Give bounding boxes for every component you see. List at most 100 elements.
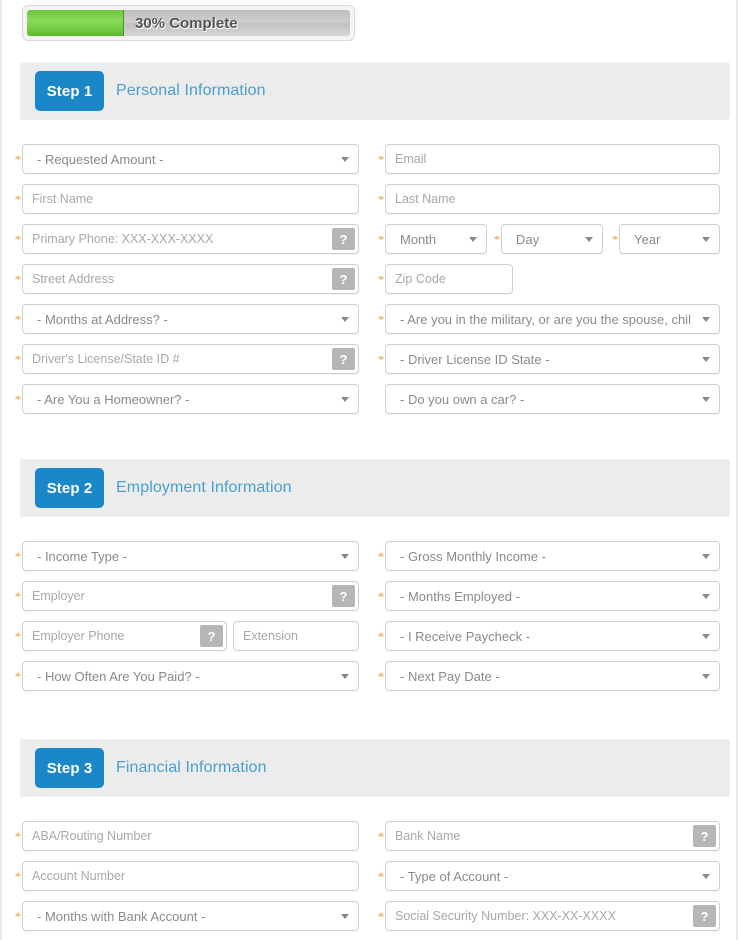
employer-value: Employer (32, 589, 85, 603)
military-status-value: - Are you in the military, or are you th… (400, 311, 691, 327)
required-marker-street-address: * (14, 271, 22, 287)
drivers-license-value: Driver's License/State ID # (32, 352, 180, 366)
select-license-state[interactable]: - Driver License ID State - (385, 344, 720, 374)
extension-value: Extension (243, 629, 298, 643)
select-military-status[interactable]: - Are you in the military, or are you th… (385, 304, 720, 334)
input-extension[interactable]: Extension (233, 621, 359, 651)
select-income-type[interactable]: - Income Type - (22, 541, 359, 571)
step-badge-2: Step 2 (35, 468, 104, 508)
required-marker-last-name: * (377, 191, 385, 207)
help-icon-bank-name[interactable]: ? (693, 825, 716, 847)
months-with-bank-value: - Months with Bank Account - (37, 908, 206, 924)
months-employed-value: - Months Employed - (400, 588, 520, 604)
paycheck-method-value: - I Receive Paycheck - (400, 628, 531, 644)
input-email[interactable]: Email (385, 144, 720, 174)
help-icon-primary-phone[interactable]: ? (332, 228, 355, 250)
required-marker-birth-day: * (493, 231, 501, 247)
required-marker-account-number: * (14, 868, 22, 884)
required-marker-next-pay-date: * (377, 668, 385, 684)
required-marker-homeowner: * (14, 391, 22, 407)
birth-year-value: Year (634, 231, 661, 247)
step-badge-3: Step 3 (35, 748, 104, 788)
select-months-with-bank[interactable]: - Months with Bank Account - (22, 901, 359, 931)
select-type-of-account[interactable]: - Type of Account - (385, 861, 720, 891)
required-marker-birth-month: * (377, 231, 385, 247)
primary-phone-value: Primary Phone: XXX-XXX-XXXX (32, 232, 214, 246)
step-header-3: Step 3 Financial Information (20, 739, 730, 797)
bank-name-value: Bank Name (395, 829, 461, 843)
employer-phone-value: Employer Phone (32, 629, 125, 643)
input-drivers-license[interactable]: Driver's License/State ID #? (22, 344, 359, 374)
select-months-employed[interactable]: - Months Employed - (385, 581, 720, 611)
required-marker-pay-frequency: * (14, 668, 22, 684)
select-homeowner[interactable]: - Are You a Homeowner? - (22, 384, 359, 414)
step-header-2: Step 2 Employment Information (20, 459, 730, 517)
required-marker-months-with-bank: * (14, 908, 22, 924)
help-icon-street-address[interactable]: ? (332, 268, 355, 290)
input-social-security-number[interactable]: Social Security Number: XXX-XX-XXXX? (385, 901, 720, 931)
license-state-value: - Driver License ID State - (400, 351, 550, 367)
input-bank-name[interactable]: Bank Name? (385, 821, 720, 851)
required-marker-military-status: * (377, 311, 385, 327)
help-icon-drivers-license[interactable]: ? (332, 348, 355, 370)
chevron-down-icon (341, 674, 349, 679)
chevron-down-icon (702, 874, 710, 879)
help-icon-social-security-number[interactable]: ? (693, 905, 716, 927)
select-pay-frequency[interactable]: - How Often Are You Paid? - (22, 661, 359, 691)
required-marker-months-employed: * (377, 588, 385, 604)
input-street-address[interactable]: Street Address? (22, 264, 359, 294)
select-requested-amount[interactable]: - Requested Amount - (22, 144, 359, 174)
required-marker-type-of-account: * (377, 868, 385, 884)
input-aba-routing-number[interactable]: ABA/Routing Number (22, 821, 359, 851)
step-badge-1: Step 1 (35, 71, 104, 111)
required-marker-gross-monthly-income: * (377, 548, 385, 564)
help-icon-employer-phone[interactable]: ? (200, 625, 223, 647)
next-pay-date-value: - Next Pay Date - (400, 668, 500, 684)
chevron-down-icon (469, 237, 477, 242)
required-marker-social-security-number: * (377, 908, 385, 924)
pay-frequency-value: - How Often Are You Paid? - (37, 668, 200, 684)
step-title-1: Personal Information (116, 82, 266, 99)
required-marker-employer: * (14, 588, 22, 604)
required-marker-months-at-address: * (14, 311, 22, 327)
input-first-name[interactable]: First Name (22, 184, 359, 214)
required-marker-email: * (377, 151, 385, 167)
select-own-a-car[interactable]: - Do you own a car? - (385, 384, 720, 414)
input-employer[interactable]: Employer? (22, 581, 359, 611)
input-zip-code[interactable]: Zip Code (385, 264, 513, 294)
chevron-down-icon (341, 397, 349, 402)
step-title-3: Financial Information (116, 759, 267, 776)
chevron-down-icon (702, 357, 710, 362)
input-last-name[interactable]: Last Name (385, 184, 720, 214)
chevron-down-icon (702, 634, 710, 639)
required-marker-zip-code: * (377, 271, 385, 287)
select-gross-monthly-income[interactable]: - Gross Monthly Income - (385, 541, 720, 571)
first-name-value: First Name (32, 192, 94, 206)
required-marker-drivers-license: * (14, 351, 22, 367)
aba-routing-number-value: ABA/Routing Number (32, 829, 152, 843)
help-icon-employer[interactable]: ? (332, 585, 355, 607)
months-at-address-value: - Months at Address? - (37, 311, 168, 327)
input-account-number[interactable]: Account Number (22, 861, 359, 891)
select-birth-month[interactable]: Month (385, 224, 487, 254)
required-marker-requested-amount: * (14, 151, 22, 167)
select-birth-year[interactable]: Year (619, 224, 720, 254)
required-marker-income-type: * (14, 548, 22, 564)
required-marker-aba-routing-number: * (14, 828, 22, 844)
progress-label: 30% Complete (135, 14, 238, 32)
required-marker-primary-phone: * (14, 231, 22, 247)
last-name-value: Last Name (395, 192, 456, 206)
select-months-at-address[interactable]: - Months at Address? - (22, 304, 359, 334)
application-form-page: 30% Complete Step 1 Personal Information *… (0, 0, 738, 940)
select-birth-day[interactable]: Day (501, 224, 603, 254)
account-number-value: Account Number (32, 869, 126, 883)
required-marker-license-state: * (377, 351, 385, 367)
input-employer-phone[interactable]: Employer Phone? (22, 621, 227, 651)
required-marker-employer-phone: * (14, 628, 22, 644)
required-marker-birth-year: * (611, 231, 619, 247)
gross-monthly-income-value: - Gross Monthly Income - (400, 548, 546, 564)
select-paycheck-method[interactable]: - I Receive Paycheck - (385, 621, 720, 651)
homeowner-value: - Are You a Homeowner? - (37, 391, 190, 407)
input-primary-phone[interactable]: Primary Phone: XXX-XXX-XXXX? (22, 224, 359, 254)
select-next-pay-date[interactable]: - Next Pay Date - (385, 661, 720, 691)
